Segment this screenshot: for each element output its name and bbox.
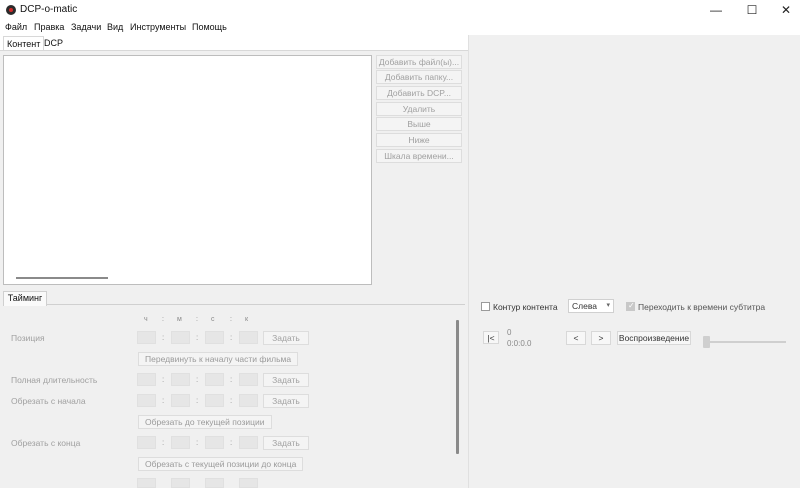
colon: : <box>162 438 165 447</box>
add-folder-button[interactable]: Добавить папку... <box>376 70 462 84</box>
timeline-button[interactable]: Шкала времени... <box>376 149 462 163</box>
next-row-field[interactable] <box>205 478 224 488</box>
length-hours-field[interactable] <box>137 373 156 386</box>
colon: : <box>162 333 165 342</box>
trim-end-frames-field[interactable] <box>239 436 258 449</box>
jump-to-subtitle-checkbox[interactable] <box>626 301 635 311</box>
position-seconds-field[interactable] <box>205 331 224 344</box>
trim-start-minutes-field[interactable] <box>171 394 190 407</box>
tab-dcp[interactable]: DCP <box>41 36 66 51</box>
length-frames-field[interactable] <box>239 373 258 386</box>
colon-header: : <box>196 316 198 323</box>
colon: : <box>230 438 233 447</box>
tab-timing[interactable]: Тайминг <box>3 291 47 306</box>
outline-content-label: Контур контента <box>493 302 558 312</box>
close-button[interactable]: ✕ <box>768 0 800 20</box>
main-tabs: Контент DCP <box>0 35 468 51</box>
set-trim-start-button[interactable]: Задать <box>263 394 309 408</box>
colon: : <box>196 438 199 447</box>
set-trim-end-button[interactable]: Задать <box>263 436 309 450</box>
window-title: DCP-o-matic <box>20 4 78 15</box>
content-list-scrollbar[interactable] <box>16 277 108 279</box>
maximize-button[interactable]: ☐ <box>734 0 770 20</box>
outline-content-checkbox[interactable] <box>481 302 490 311</box>
menu-tools[interactable]: Инструменты <box>130 22 186 32</box>
add-dcp-button[interactable]: Добавить DCP... <box>376 86 462 100</box>
trim-start-hours-field[interactable] <box>137 394 156 407</box>
remove-button[interactable]: Удалить <box>376 102 462 116</box>
next-row-field[interactable] <box>171 478 190 488</box>
minutes-header: м <box>177 316 182 323</box>
timing-scrollbar[interactable] <box>456 320 459 454</box>
move-up-button[interactable]: Выше <box>376 117 462 131</box>
viewer-panel <box>468 35 800 488</box>
menu-bar: Файл Правка Задачи Вид Инструменты Помощ… <box>0 20 800 35</box>
move-to-reel-start-button[interactable]: Передвинуть к началу части фильма <box>138 352 299 366</box>
menu-edit[interactable]: Правка <box>34 22 64 32</box>
playback-slider-track[interactable] <box>706 341 786 343</box>
eye-select-value: Слева <box>572 301 597 311</box>
menu-file[interactable]: Файл <box>5 22 27 32</box>
timecode-display: 0:0:0.0 <box>507 339 532 348</box>
back-button[interactable]: < <box>566 331 586 345</box>
move-down-button[interactable]: Ниже <box>376 133 462 147</box>
hours-header: ч <box>144 316 148 323</box>
position-frames-field[interactable] <box>239 331 258 344</box>
position-label: Позиция <box>11 333 45 343</box>
menu-jobs[interactable]: Задачи <box>71 22 101 32</box>
trim-end-seconds-field[interactable] <box>205 436 224 449</box>
trim-to-current-button[interactable]: Обрезать до текущей позиции <box>138 415 272 429</box>
forward-button[interactable]: > <box>591 331 611 345</box>
full-length-label: Полная длительность <box>11 375 98 385</box>
tab-content[interactable]: Контент <box>3 36 45 51</box>
add-files-button[interactable]: Добавить файл(ы)... <box>376 55 462 69</box>
colon: : <box>196 375 199 384</box>
seconds-header: с <box>211 316 215 323</box>
trim-start-label: Обрезать с начала <box>11 396 86 406</box>
position-hours-field[interactable] <box>137 331 156 344</box>
minimize-button[interactable]: — <box>698 0 734 20</box>
colon: : <box>196 396 199 405</box>
length-minutes-field[interactable] <box>171 373 190 386</box>
frame-number: 0 <box>507 328 512 337</box>
next-row-field[interactable] <box>137 478 156 488</box>
jump-to-subtitle-label: Переходить к времени субтитра <box>638 302 766 312</box>
app-logo-icon <box>6 5 16 15</box>
set-length-button[interactable]: Задать <box>263 373 309 387</box>
go-to-start-button[interactable]: |< <box>483 331 499 344</box>
position-minutes-field[interactable] <box>171 331 190 344</box>
colon-header: : <box>230 316 232 323</box>
colon: : <box>230 396 233 405</box>
trim-start-frames-field[interactable] <box>239 394 258 407</box>
title-bar: DCP-o-matic — ☐ ✕ <box>0 0 800 20</box>
colon: : <box>162 375 165 384</box>
length-seconds-field[interactable] <box>205 373 224 386</box>
set-position-button[interactable]: Задать <box>263 331 309 345</box>
menu-help[interactable]: Помощь <box>192 22 227 32</box>
colon: : <box>196 333 199 342</box>
trim-end-hours-field[interactable] <box>137 436 156 449</box>
content-list[interactable] <box>3 55 372 285</box>
play-button[interactable]: Воспроизведение <box>617 331 691 345</box>
menu-view[interactable]: Вид <box>107 22 123 32</box>
trim-from-current-to-end-button[interactable]: Обрезать с текущей позиции до конца <box>138 457 304 471</box>
trim-start-seconds-field[interactable] <box>205 394 224 407</box>
trim-end-minutes-field[interactable] <box>171 436 190 449</box>
timing-tab-bar <box>3 291 465 305</box>
colon: : <box>230 333 233 342</box>
playback-slider-thumb[interactable] <box>703 336 710 348</box>
chevron-down-icon: ▾ <box>606 302 610 309</box>
frames-header: к <box>245 316 249 323</box>
trim-end-label: Обрезать с конца <box>11 438 81 448</box>
eye-select[interactable]: Слева ▾ <box>568 299 614 313</box>
colon: : <box>230 375 233 384</box>
colon-header: : <box>162 316 164 323</box>
next-row-field[interactable] <box>239 478 258 488</box>
colon: : <box>162 396 165 405</box>
